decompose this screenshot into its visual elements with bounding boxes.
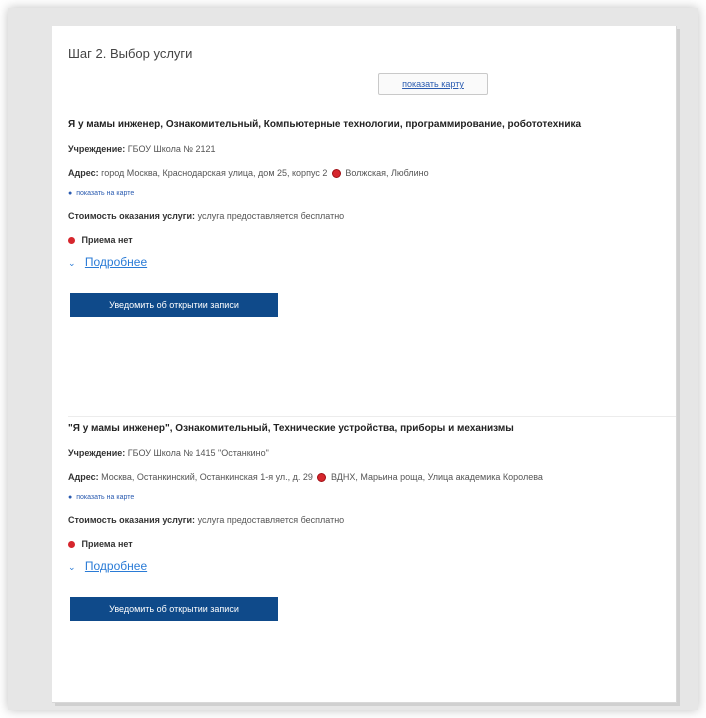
institution-value: ГБОУ Школа № 1415 "Останкино" [127, 448, 269, 458]
service-title: "Я у мамы инженер", Ознакомительный, Тех… [68, 423, 514, 434]
details-toggle[interactable]: ⌄ Подробнее [68, 559, 668, 573]
metro-icon [331, 169, 341, 179]
service-card: "Я у мамы инженер", Ознакомительный, Тех… [68, 423, 668, 622]
institution-label: Учреждение: [68, 144, 126, 154]
address-row: Адрес: город Москва, Краснодарская улица… [68, 168, 668, 179]
show-on-map-label: показать на карте [76, 494, 135, 502]
step-title: Шаг 2. Выбор услуги [68, 46, 193, 61]
show-map-button[interactable]: показать карту [378, 73, 488, 95]
cost-value: услуга предоставляется бесплатно [197, 211, 345, 222]
cost-row: Стоимость оказания услуги: услуга предос… [68, 211, 668, 221]
reception-status: Приема нет [68, 539, 668, 549]
address-value: город Москва, Краснодарская улица, дом 2… [101, 168, 328, 178]
reception-status: Приема нет [68, 235, 668, 245]
details-toggle[interactable]: ⌄ Подробнее [68, 255, 668, 269]
metro-stations: Волжская, Люблино [345, 168, 429, 178]
content-panel: Шаг 2. Выбор услуги показать карту Я у м… [52, 26, 677, 703]
cost-label: Стоимость оказания услуги: [68, 211, 196, 222]
service-title: Я у мамы инженер, Ознакомительный, Компь… [68, 119, 582, 130]
status-dot-icon [68, 237, 75, 245]
details-label: Подробнее [84, 559, 148, 574]
divider [68, 416, 676, 417]
institution-row: Учреждение: ГБОУ Школа № 1415 "Останкино… [68, 448, 668, 458]
status-dot-icon [68, 541, 75, 549]
notify-button[interactable]: Уведомить об открытии записи [70, 597, 278, 622]
address-label: Адрес: [68, 472, 99, 482]
cost-row: Стоимость оказания услуги: услуга предос… [68, 515, 668, 525]
institution-label: Учреждение: [68, 448, 126, 458]
details-label: Подробнее [84, 255, 148, 270]
map-pin-icon: ● [68, 190, 73, 198]
notify-button[interactable]: Уведомить об открытии записи [70, 293, 278, 318]
institution-row: Учреждение: ГБОУ Школа № 2121 [68, 144, 668, 154]
cost-label: Стоимость оказания услуги: [68, 515, 196, 526]
service-card: Я у мамы инженер, Ознакомительный, Компь… [68, 119, 668, 318]
reception-status-label: Приема нет [81, 539, 133, 550]
address-value: Москва, Останкинский, Останкинская 1-я у… [101, 472, 313, 482]
show-on-map-link[interactable]: ● показать на карте [68, 494, 668, 501]
institution-value: ГБОУ Школа № 2121 [127, 144, 216, 154]
map-pin-icon: ● [68, 494, 73, 502]
cost-value: услуга предоставляется бесплатно [197, 515, 345, 526]
chevron-down-icon: ⌄ [68, 562, 76, 573]
show-on-map-label: показать на карте [76, 190, 135, 198]
chevron-down-icon: ⌄ [68, 258, 76, 269]
screenshot-frame: Шаг 2. Выбор услуги показать карту Я у м… [8, 8, 698, 710]
address-row: Адрес: Москва, Останкинский, Останкинска… [68, 472, 668, 483]
address-label: Адрес: [68, 168, 99, 178]
reception-status-label: Приема нет [81, 235, 133, 246]
show-on-map-link[interactable]: ● показать на карте [68, 190, 668, 197]
metro-stations: ВДНХ, Марьина роща, Улица академика Коро… [330, 472, 543, 482]
metro-icon [317, 473, 327, 483]
